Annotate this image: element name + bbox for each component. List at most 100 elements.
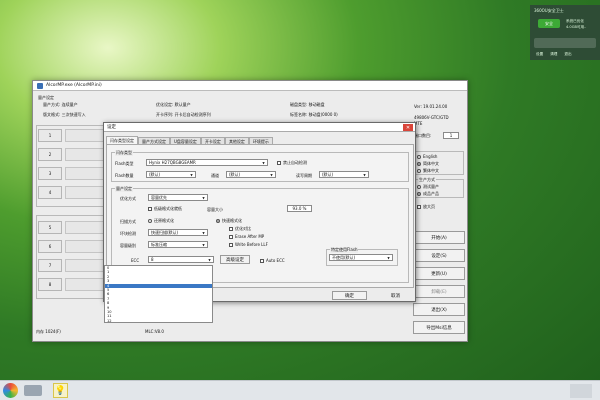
- ok-button[interactable]: 确定: [332, 291, 367, 300]
- ecc-dropdown-list[interactable]: 0 1 2 3 4 5 6 7 8 9 10 11 12: [104, 265, 213, 323]
- security-notification-panel: 360OU安全卫士 安全 系统已优化 4.0GB可用.. 设置 清理 退出: [530, 5, 600, 60]
- port-count-input[interactable]: 1: [443, 132, 459, 139]
- firmware-label: 49806V-GTC/GTD: [414, 115, 449, 120]
- info-label: 标签名称: 移动盘(0000 0): [290, 112, 338, 117]
- slot-7[interactable]: 7: [38, 259, 62, 272]
- version-label: Ver: 19.01.24.00: [414, 104, 448, 109]
- flash-count-label: Flash数量: [115, 173, 134, 178]
- bad-block-select[interactable]: 快速扫描(默认) ▼: [148, 229, 208, 236]
- info-format: 版文格式: 三次快速写入: [43, 112, 86, 117]
- lang-traditional[interactable]: 繁体中文: [417, 168, 439, 174]
- notification-title: 360OU安全卫士: [534, 8, 564, 13]
- scan-restore-radio[interactable]: 还原格式化: [148, 218, 174, 224]
- slot-7-status: [65, 259, 105, 272]
- start-icon[interactable]: [3, 383, 18, 398]
- info-mp-mode: 量产方式: 连续量产: [43, 102, 78, 107]
- enlarge-checkbox[interactable]: 放大页: [417, 204, 435, 210]
- flash-specific-group-title: 特定使用Flash: [330, 247, 359, 253]
- slot-6[interactable]: 6: [38, 240, 62, 253]
- taskbar-app-icon[interactable]: [24, 385, 42, 396]
- slot-8-status: [65, 278, 105, 291]
- production-group-title: 生产方式: [418, 177, 436, 183]
- flash-type-group-title: 闪存类型: [115, 150, 133, 156]
- taskbar: 💡: [0, 380, 600, 400]
- export-msi-button[interactable]: 导出Msi信息: [413, 321, 465, 334]
- status-left: 内存 1024(F): [36, 329, 61, 334]
- slot-2[interactable]: 2: [38, 148, 62, 161]
- ecc-label: ECC: [131, 258, 140, 263]
- ecc-option[interactable]: 12: [105, 319, 212, 323]
- cycle-select[interactable]: (默认) ▼: [319, 171, 369, 178]
- window-titlebar[interactable]: AlcorMP.exe (AlcorMP.ini): [33, 81, 467, 91]
- opt-label: 优化方式: [120, 196, 136, 201]
- uninstall-button[interactable]: 卸载(E): [413, 285, 465, 298]
- low-level-checkbox[interactable]: 低级格式化就低: [148, 206, 182, 212]
- optimize-compare-checkbox[interactable]: 优化对比: [229, 226, 251, 232]
- erase-after-mp-checkbox[interactable]: Erase After MP: [229, 234, 264, 239]
- chevron-down-icon: ▼: [202, 230, 205, 235]
- mp-settings-heading: 量产设定: [38, 95, 54, 100]
- slot-1-status: [65, 129, 105, 142]
- dialog-titlebar[interactable]: 设定: [104, 123, 415, 132]
- slot-4-status: [65, 186, 105, 199]
- scan-label: 扫描方式: [120, 219, 136, 224]
- notification-link[interactable]: 清理: [550, 52, 557, 57]
- capacity-label: 容量大小: [207, 207, 223, 212]
- info-serial: 开卡序列: 开卡后自动检测序列: [156, 112, 211, 117]
- chevron-down-icon: ▼: [202, 195, 205, 200]
- channel-select[interactable]: (默认) ▼: [226, 171, 276, 178]
- chevron-down-icon: ▼: [262, 160, 265, 165]
- chevron-down-icon: ▼: [202, 242, 205, 247]
- mp-settings-group-title: 量产设定: [115, 186, 133, 192]
- info-disk-type: 磁盘类型: 移动磁盘: [290, 102, 325, 107]
- flash-count-select[interactable]: (默认) ▼: [146, 171, 196, 178]
- slot-1[interactable]: 1: [38, 129, 62, 142]
- exit-button[interactable]: 退出(X): [413, 303, 465, 316]
- port-count-label: 端口数目:: [414, 133, 432, 138]
- chevron-down-icon: ▼: [363, 172, 366, 177]
- capacity-input[interactable]: 93.0 %: [287, 205, 312, 212]
- bad-block-label: 坏块检测: [120, 231, 136, 236]
- lang-english[interactable]: English: [417, 154, 437, 159]
- write-before-llf-checkbox[interactable]: Write Before LLF: [229, 242, 268, 247]
- slot-4[interactable]: 4: [38, 186, 62, 199]
- notification-line-2: 4.0GB可用..: [566, 25, 587, 29]
- flash-specific-select[interactable]: 不使用(默认) ▼: [329, 254, 393, 261]
- notification-line-1: 系统已优化: [566, 19, 584, 23]
- close-icon[interactable]: ✕: [403, 124, 413, 131]
- notification-link[interactable]: 退出: [564, 52, 571, 57]
- auto-ecc-checkbox[interactable]: Auto ECC: [260, 258, 285, 263]
- window-title: AlcorMP.exe (AlcorMP.ini): [46, 83, 102, 88]
- level-select[interactable]: 标准压缩 ▼: [148, 241, 208, 248]
- lang-simplified[interactable]: 简体中文: [417, 161, 439, 167]
- opt-select[interactable]: 容量优先 ▼: [148, 194, 208, 201]
- settings-button[interactable]: 设定(S): [413, 249, 465, 262]
- prod-final[interactable]: 成品产品: [417, 191, 439, 197]
- channel-label: 通道: [211, 173, 219, 178]
- chevron-down-icon: ▼: [270, 172, 273, 177]
- cycle-label: 读写周期: [296, 173, 312, 178]
- status-mlc: MLC:V8.0: [145, 329, 164, 334]
- slot-3[interactable]: 3: [38, 167, 62, 180]
- flash-type-select[interactable]: Hynix H27QBG8GEAMR ▼: [146, 159, 268, 166]
- tray-icon[interactable]: [570, 384, 592, 398]
- status-badge[interactable]: 安全: [538, 19, 560, 28]
- slot-2-status: [65, 148, 105, 161]
- lightbulb-icon[interactable]: 💡: [53, 383, 68, 398]
- cancel-button[interactable]: 取消: [378, 291, 413, 300]
- start-button[interactable]: 开始(A): [413, 231, 465, 244]
- slot-5[interactable]: 5: [38, 221, 62, 234]
- slot-8[interactable]: 8: [38, 278, 62, 291]
- chevron-down-icon: ▼: [387, 255, 390, 260]
- update-button[interactable]: 更新(U): [413, 267, 465, 280]
- scan-quick-radio[interactable]: 快速格式化: [216, 218, 242, 224]
- dialog-title: 设定: [107, 125, 116, 130]
- info-opt: 优化设定: 默认量产: [156, 102, 191, 107]
- auto-detect-checkbox[interactable]: 禁止自动检测: [277, 160, 307, 166]
- prod-test[interactable]: 测试量产: [417, 184, 439, 190]
- slot-3-status: [65, 167, 105, 180]
- notification-link[interactable]: 设置: [536, 52, 543, 57]
- chevron-down-icon: ▼: [208, 257, 211, 262]
- ecc-select[interactable]: 8 ▼: [148, 256, 214, 263]
- ecc-advanced-button[interactable]: 高级设定: [220, 255, 250, 264]
